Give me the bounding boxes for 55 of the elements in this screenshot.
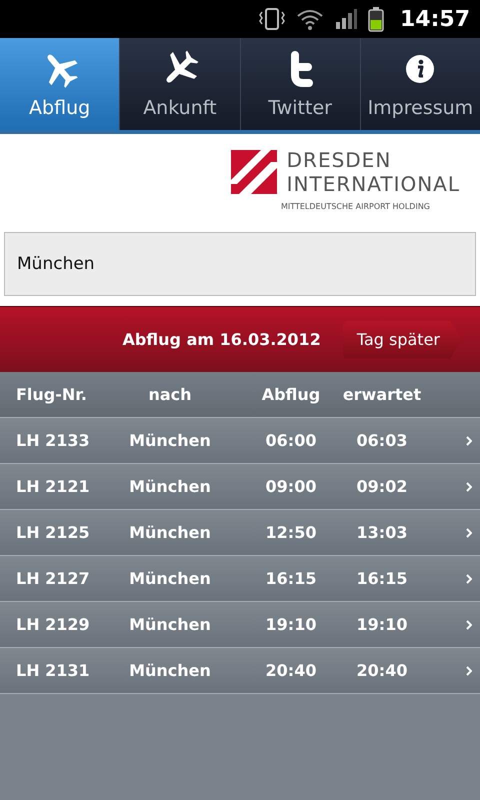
flight-row[interactable]: LH 2131 München 20:40 20:40: [0, 648, 480, 694]
flight-number: LH 2129: [15, 615, 91, 634]
date-title: Abflug am 16.03.2012: [122, 330, 321, 349]
flight-number: LH 2133: [15, 431, 91, 450]
flight-number: LH 2121: [15, 477, 91, 496]
chevron-icon: [466, 436, 472, 446]
scheduled-time: 12:50: [264, 523, 318, 542]
column-header: Abflug: [260, 385, 322, 404]
flight-number: LH 2125: [15, 523, 91, 542]
scheduled-time: 16:15: [264, 569, 318, 588]
chevron-icon: [466, 666, 472, 676]
chevron-icon: [466, 482, 472, 492]
scheduled-time: 06:00: [264, 431, 318, 450]
scheduled-time: 19:10: [264, 615, 318, 634]
destination: München: [128, 615, 212, 634]
expected-time: 06:03: [356, 431, 408, 450]
logo-text: DRESDEN: [286, 148, 392, 172]
expected-time: 16:15: [356, 569, 408, 588]
tab[interactable]: Ankunft: [119, 38, 240, 130]
flight-number: LH 2127: [15, 569, 91, 588]
destination: München: [128, 569, 212, 588]
expected-time: 09:02: [356, 477, 408, 496]
destination: München: [128, 661, 212, 680]
flight-row[interactable]: LH 2121 München 09:00 09:02: [0, 464, 480, 510]
destination: München: [128, 477, 212, 496]
flight-number: LH 2131: [15, 661, 91, 680]
scheduled-time: 09:00: [264, 477, 318, 496]
column-header: nach: [147, 385, 193, 404]
vibrate-icon: [258, 7, 286, 31]
wifi-icon: [296, 7, 324, 31]
tab[interactable]: Twitter: [240, 38, 360, 130]
tab[interactable]: Abflug: [0, 38, 120, 130]
chevron-icon: [466, 620, 472, 630]
logo-text: INTERNATIONAL: [286, 172, 460, 196]
flight-row[interactable]: LH 2127 München 16:15 16:15: [0, 556, 480, 602]
search-field[interactable]: München: [4, 232, 476, 296]
column-header: Flug-Nr.: [15, 385, 88, 404]
signal-icon: [334, 7, 358, 31]
battery-icon: [368, 6, 384, 32]
tab[interactable]: Impressum: [360, 38, 480, 130]
chevron-icon: [466, 528, 472, 538]
flight-row[interactable]: LH 2125 München 12:50 13:03: [0, 510, 480, 556]
logo-tagline: MITTELDEUTSCHE AIRPORT HOLDING: [280, 202, 430, 211]
chevron-icon: [466, 574, 472, 584]
expected-time: 20:40: [356, 661, 408, 680]
destination: München: [128, 431, 212, 450]
expected-time: 13:03: [356, 523, 408, 542]
expected-time: 19:10: [356, 615, 408, 634]
scheduled-time: 20:40: [264, 661, 318, 680]
column-header: erwartet: [342, 385, 422, 404]
destination: München: [128, 523, 212, 542]
flight-row[interactable]: LH 2129 München 19:10 19:10: [0, 602, 480, 648]
logo-icon: [230, 150, 277, 194]
flight-row[interactable]: LH 2133 München 06:00 06:03: [0, 418, 480, 464]
clock-time: 14:57: [400, 6, 470, 32]
